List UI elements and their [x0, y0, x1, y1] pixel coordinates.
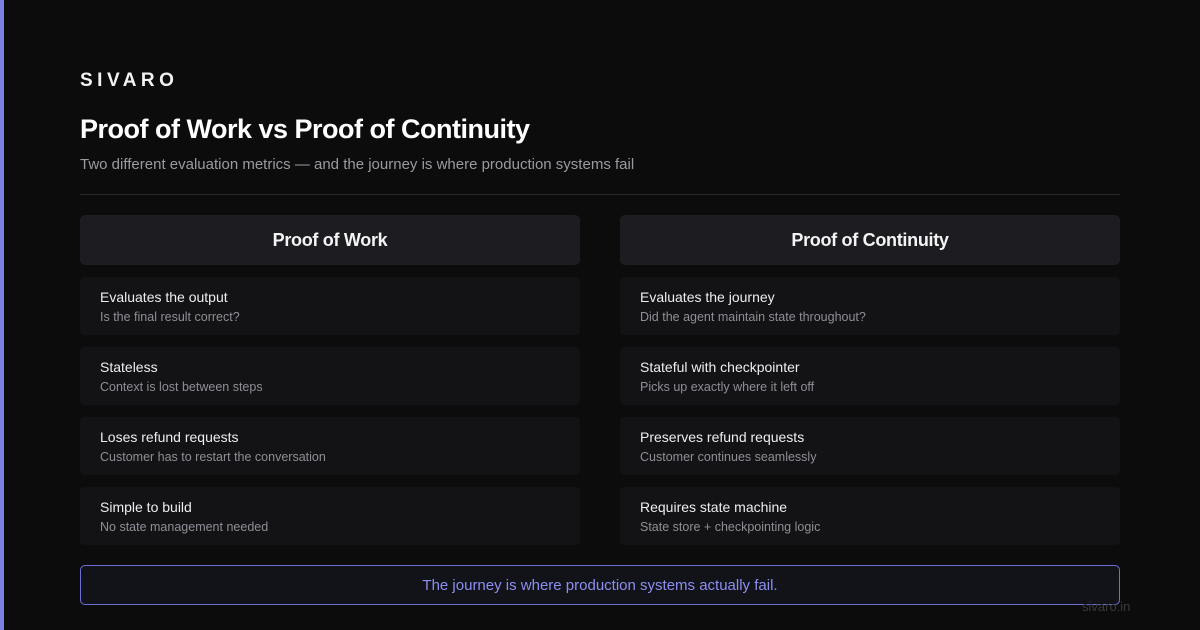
column-heading: Proof of Work — [80, 215, 580, 265]
column-proof-of-continuity: Proof of Continuity Evaluates the journe… — [620, 215, 1120, 545]
accent-bar — [0, 0, 4, 630]
row-description: Is the final result correct? — [100, 310, 240, 324]
comparison-row: Stateful with checkpointer Picks up exac… — [620, 347, 1120, 405]
row-description: Picks up exactly where it left off — [640, 380, 815, 394]
row-description: Customer has to restart the conversation — [100, 450, 326, 464]
row-description: No state management needed — [100, 520, 269, 534]
page-subtitle: Two different evaluation metrics — and t… — [80, 156, 635, 173]
comparison-row: Evaluates the journey Did the agent main… — [620, 277, 1120, 335]
comparison-row: Simple to build No state management need… — [80, 487, 580, 545]
row-description: Context is lost between steps — [100, 380, 263, 394]
callout-banner: The journey is where production systems … — [80, 565, 1120, 605]
row-title: Simple to build — [100, 499, 192, 515]
row-title: Stateful with checkpointer — [640, 359, 800, 375]
brand-logo: SIVARO — [80, 70, 179, 91]
comparison-row: Preserves refund requests Customer conti… — [620, 417, 1120, 475]
comparison-row: Evaluates the output Is the final result… — [80, 277, 580, 335]
row-title: Evaluates the output — [100, 289, 228, 305]
comparison-row: Stateless Context is lost between steps — [80, 347, 580, 405]
row-description: State store + checkpointing logic — [640, 520, 821, 534]
slide: SIVARO Proof of Work vs Proof of Continu… — [0, 0, 1200, 630]
comparison-row: Requires state machine State store + che… — [620, 487, 1120, 545]
footer-url: sivaro.in — [1082, 599, 1131, 614]
divider — [80, 194, 1120, 195]
row-title: Loses refund requests — [100, 429, 239, 445]
page-title: Proof of Work vs Proof of Continuity — [80, 114, 530, 144]
row-title: Stateless — [100, 359, 158, 375]
row-description: Did the agent maintain state throughout? — [640, 310, 866, 324]
row-title: Requires state machine — [640, 499, 788, 515]
row-description: Customer continues seamlessly — [640, 450, 817, 464]
row-title: Preserves refund requests — [640, 429, 805, 445]
comparison-row: Loses refund requests Customer has to re… — [80, 417, 580, 475]
row-title: Evaluates the journey — [640, 289, 775, 305]
column-proof-of-work: Proof of Work Evaluates the output Is th… — [80, 215, 580, 545]
column-heading: Proof of Continuity — [620, 215, 1120, 265]
